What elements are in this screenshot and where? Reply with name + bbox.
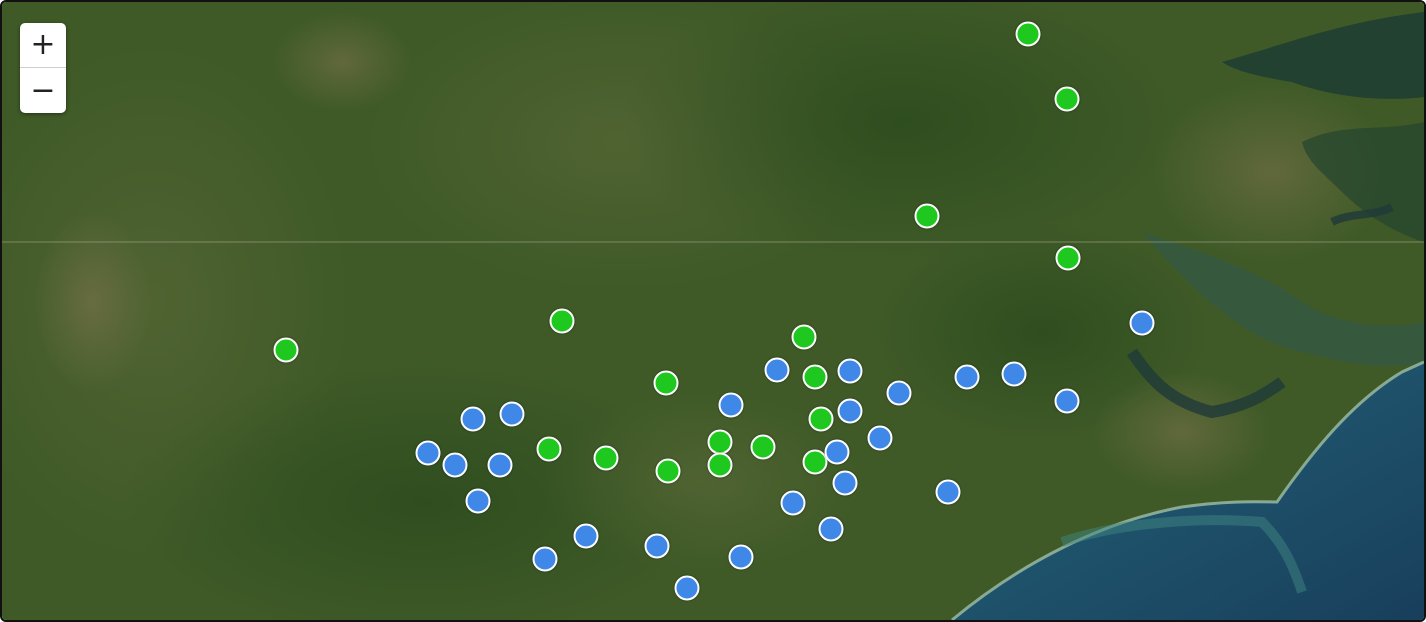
map-marker-blue[interactable] <box>718 392 744 418</box>
map-marker-green[interactable] <box>653 370 679 396</box>
map-marker-green[interactable] <box>273 337 299 363</box>
map-marker-green[interactable] <box>808 406 834 432</box>
map-marker-green[interactable] <box>707 429 733 455</box>
map-marker-blue[interactable] <box>415 440 441 466</box>
map-marker-blue[interactable] <box>1001 361 1027 387</box>
map-marker-blue[interactable] <box>837 358 863 384</box>
map-marker-blue[interactable] <box>499 401 525 427</box>
map-marker-green[interactable] <box>549 308 575 334</box>
map-marker-blue[interactable] <box>674 575 700 601</box>
map-marker-green[interactable] <box>655 458 681 484</box>
map-marker-blue[interactable] <box>818 516 844 542</box>
zoom-in-button[interactable]: + <box>20 23 66 67</box>
map-marker-green[interactable] <box>1015 21 1041 47</box>
map-marker-blue[interactable] <box>460 406 486 432</box>
zoom-out-button[interactable]: − <box>20 67 66 113</box>
map-marker-green[interactable] <box>802 364 828 390</box>
map-marker-green[interactable] <box>593 445 619 471</box>
map-marker-blue[interactable] <box>886 380 912 406</box>
map-marker-green[interactable] <box>1054 86 1080 112</box>
map-marker-blue[interactable] <box>780 490 806 516</box>
map-marker-blue[interactable] <box>573 523 599 549</box>
map-marker-green[interactable] <box>750 434 776 460</box>
map-marker-blue[interactable] <box>532 546 558 572</box>
map-marker-blue[interactable] <box>1129 310 1155 336</box>
map-marker-blue[interactable] <box>644 533 670 559</box>
map-marker-blue[interactable] <box>837 398 863 424</box>
map-marker-blue[interactable] <box>465 488 491 514</box>
map-marker-green[interactable] <box>707 452 733 478</box>
map-marker-blue[interactable] <box>954 364 980 390</box>
map-marker-blue[interactable] <box>867 425 893 451</box>
map-marker-green[interactable] <box>791 324 817 350</box>
map-marker-blue[interactable] <box>764 357 790 383</box>
zoom-control: + − <box>20 23 66 113</box>
map-marker-blue[interactable] <box>824 439 850 465</box>
map-marker-blue[interactable] <box>487 452 513 478</box>
satellite-basemap[interactable] <box>2 2 1424 620</box>
map-marker-blue[interactable] <box>832 470 858 496</box>
map-viewport[interactable]: + − <box>0 0 1426 622</box>
map-marker-blue[interactable] <box>935 479 961 505</box>
map-marker-green[interactable] <box>1055 245 1081 271</box>
map-marker-blue[interactable] <box>1054 388 1080 414</box>
map-marker-green[interactable] <box>914 203 940 229</box>
map-marker-blue[interactable] <box>442 452 468 478</box>
map-marker-green[interactable] <box>536 436 562 462</box>
map-marker-blue[interactable] <box>728 544 754 570</box>
